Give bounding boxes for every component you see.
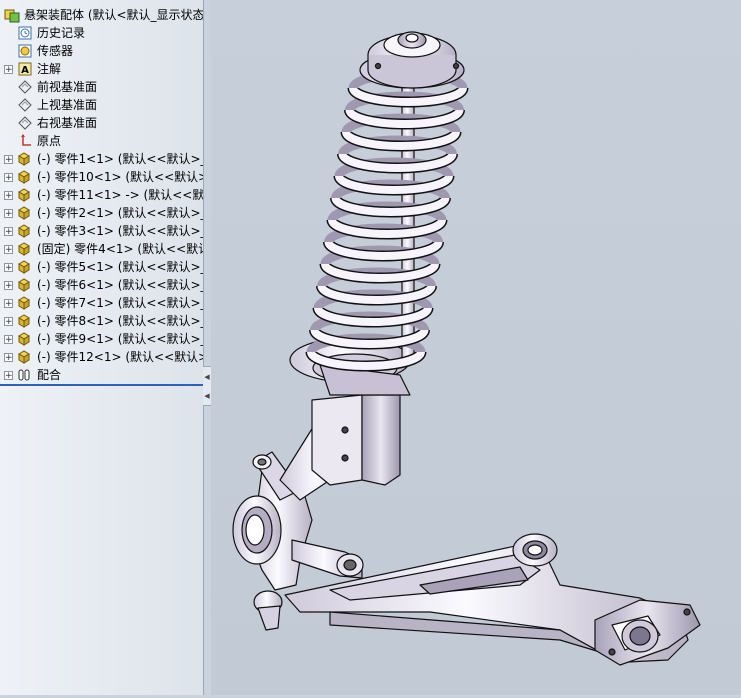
- expand-plus-icon[interactable]: +: [4, 244, 13, 254]
- tree-item-label: 右视基准面: [37, 116, 98, 130]
- tree-item[interactable]: + (-) 零件12<1> (默认<<默认>: [0, 348, 203, 366]
- tree-item-label: (-) 零件11<1> -> (默认<<默: [37, 188, 204, 202]
- assembly-icon: [4, 7, 20, 23]
- tree-item-label: 原点: [37, 134, 62, 148]
- plane-icon: [17, 97, 33, 113]
- part-icon: [17, 205, 33, 221]
- tree-item-label: (-) 零件9<1> (默认<<默认>_: [37, 332, 204, 346]
- tree-item[interactable]: + A 注解: [0, 60, 203, 78]
- tree-item[interactable]: + (-) 零件10<1> (默认<<默认>_: [0, 168, 203, 186]
- annotation-icon: A: [17, 61, 33, 77]
- tree-item[interactable]: 上视基准面: [0, 96, 203, 114]
- expand-plus-icon[interactable]: +: [4, 316, 13, 326]
- suspension-model: [232, 31, 701, 666]
- tree-item-label: 前视基准面: [37, 80, 98, 94]
- tree-root-assembly[interactable]: 悬架装配体 (默认<默认_显示状态: [0, 6, 203, 24]
- expand-plus-icon[interactable]: +: [4, 64, 13, 74]
- tree-item-label: (-) 零件7<1> (默认<<默认>_: [37, 296, 204, 310]
- expand-plus-icon[interactable]: +: [4, 280, 13, 290]
- part-icon: [17, 313, 33, 329]
- tree-item-label: 上视基准面: [37, 98, 98, 112]
- expand-plus-icon[interactable]: +: [4, 190, 13, 200]
- part-icon: [17, 187, 33, 203]
- tree-item[interactable]: + (-) 零件3<1> (默认<<默认>_: [0, 222, 203, 240]
- tree-item[interactable]: + 配合: [0, 366, 203, 384]
- tree-item-label: (-) 零件6<1> (默认<<默认>_: [37, 278, 204, 292]
- tree-item[interactable]: + (固定) 零件4<1> (默认<<默认: [0, 240, 203, 258]
- expand-plus-icon[interactable]: +: [4, 226, 13, 236]
- tree-item[interactable]: 传感器: [0, 42, 203, 60]
- tree-item[interactable]: 前视基准面: [0, 78, 203, 96]
- coil-spring: [305, 69, 469, 372]
- collapse-arrow-icon: ◀: [204, 372, 210, 381]
- expand-plus-icon[interactable]: +: [4, 208, 13, 218]
- part-icon: [17, 169, 33, 185]
- part-icon: [17, 259, 33, 275]
- tree-item-label: (-) 零件5<1> (默认<<默认>_: [37, 260, 204, 274]
- tree-item-label: (-) 零件12<1> (默认<<默认>: [37, 350, 204, 364]
- graphics-viewport[interactable]: [211, 0, 741, 695]
- tree-item-label: 注解: [37, 62, 62, 76]
- part-icon: [17, 277, 33, 293]
- tree-item[interactable]: 右视基准面: [0, 114, 203, 132]
- tree-item[interactable]: + (-) 零件5<1> (默认<<默认>_: [0, 258, 203, 276]
- tree-item-label: (-) 零件1<1> (默认<<默认>_: [37, 152, 204, 166]
- expand-plus-icon[interactable]: +: [4, 262, 13, 272]
- tree-item-label: (-) 零件8<1> (默认<<默认>_: [37, 314, 204, 328]
- tree-item[interactable]: + (-) 零件8<1> (默认<<默认>_: [0, 312, 203, 330]
- plane-icon: [17, 79, 33, 95]
- tree-item[interactable]: 原点: [0, 132, 203, 150]
- history-icon: [17, 25, 33, 41]
- sensor-icon: [17, 43, 33, 59]
- expand-plus-icon[interactable]: +: [4, 154, 13, 164]
- strut-top-mount: [359, 31, 465, 89]
- mates-icon: [17, 367, 33, 383]
- feature-manager-tree: 悬架装配体 (默认<默认_显示状态 历史记录传感器 + A 注解前视基准面上视基准面右…: [0, 0, 204, 695]
- tree-item-label: (固定) 零件4<1> (默认<<默认: [37, 242, 204, 256]
- part-icon: [17, 331, 33, 347]
- expand-plus-icon[interactable]: +: [4, 352, 13, 362]
- part-icon: [17, 349, 33, 365]
- expand-plus-icon[interactable]: +: [4, 370, 13, 380]
- expand-plus-icon[interactable]: +: [4, 334, 13, 344]
- collapse-arrow-icon: ◀: [204, 391, 210, 400]
- tree-item[interactable]: + (-) 零件6<1> (默认<<默认>_: [0, 276, 203, 294]
- expand-plus-icon[interactable]: +: [4, 298, 13, 308]
- svg-text:A: A: [21, 65, 29, 76]
- part-icon: [17, 223, 33, 239]
- tree-item[interactable]: + (-) 零件7<1> (默认<<默认>_: [0, 294, 203, 312]
- tree-item[interactable]: + (-) 零件2<1> (默认<<默认>_: [0, 204, 203, 222]
- part-icon: [17, 241, 33, 257]
- tree-item-label: (-) 零件10<1> (默认<<默认>_: [37, 170, 204, 184]
- tree-item-label: 历史记录: [37, 26, 86, 40]
- tree-item-label: (-) 零件3<1> (默认<<默认>_: [37, 224, 204, 238]
- tree-end-divider: [0, 384, 203, 386]
- tree-item[interactable]: + (-) 零件1<1> (默认<<默认>_: [0, 150, 203, 168]
- part-icon: [17, 151, 33, 167]
- tree-item[interactable]: + (-) 零件11<1> -> (默认<<默: [0, 186, 203, 204]
- tree-root-label: 悬架装配体 (默认<默认_显示状态: [24, 8, 204, 22]
- expand-plus-icon[interactable]: +: [4, 172, 13, 182]
- origin-icon: [17, 133, 33, 149]
- tree-item-label: 配合: [37, 368, 62, 382]
- tree-item-label: 传感器: [37, 44, 74, 58]
- tree-item-label: (-) 零件2<1> (默认<<默认>_: [37, 206, 204, 220]
- part-icon: [17, 295, 33, 311]
- tree-item[interactable]: 历史记录: [0, 24, 203, 42]
- plane-icon: [17, 115, 33, 131]
- tree-item[interactable]: + (-) 零件9<1> (默认<<默认>_: [0, 330, 203, 348]
